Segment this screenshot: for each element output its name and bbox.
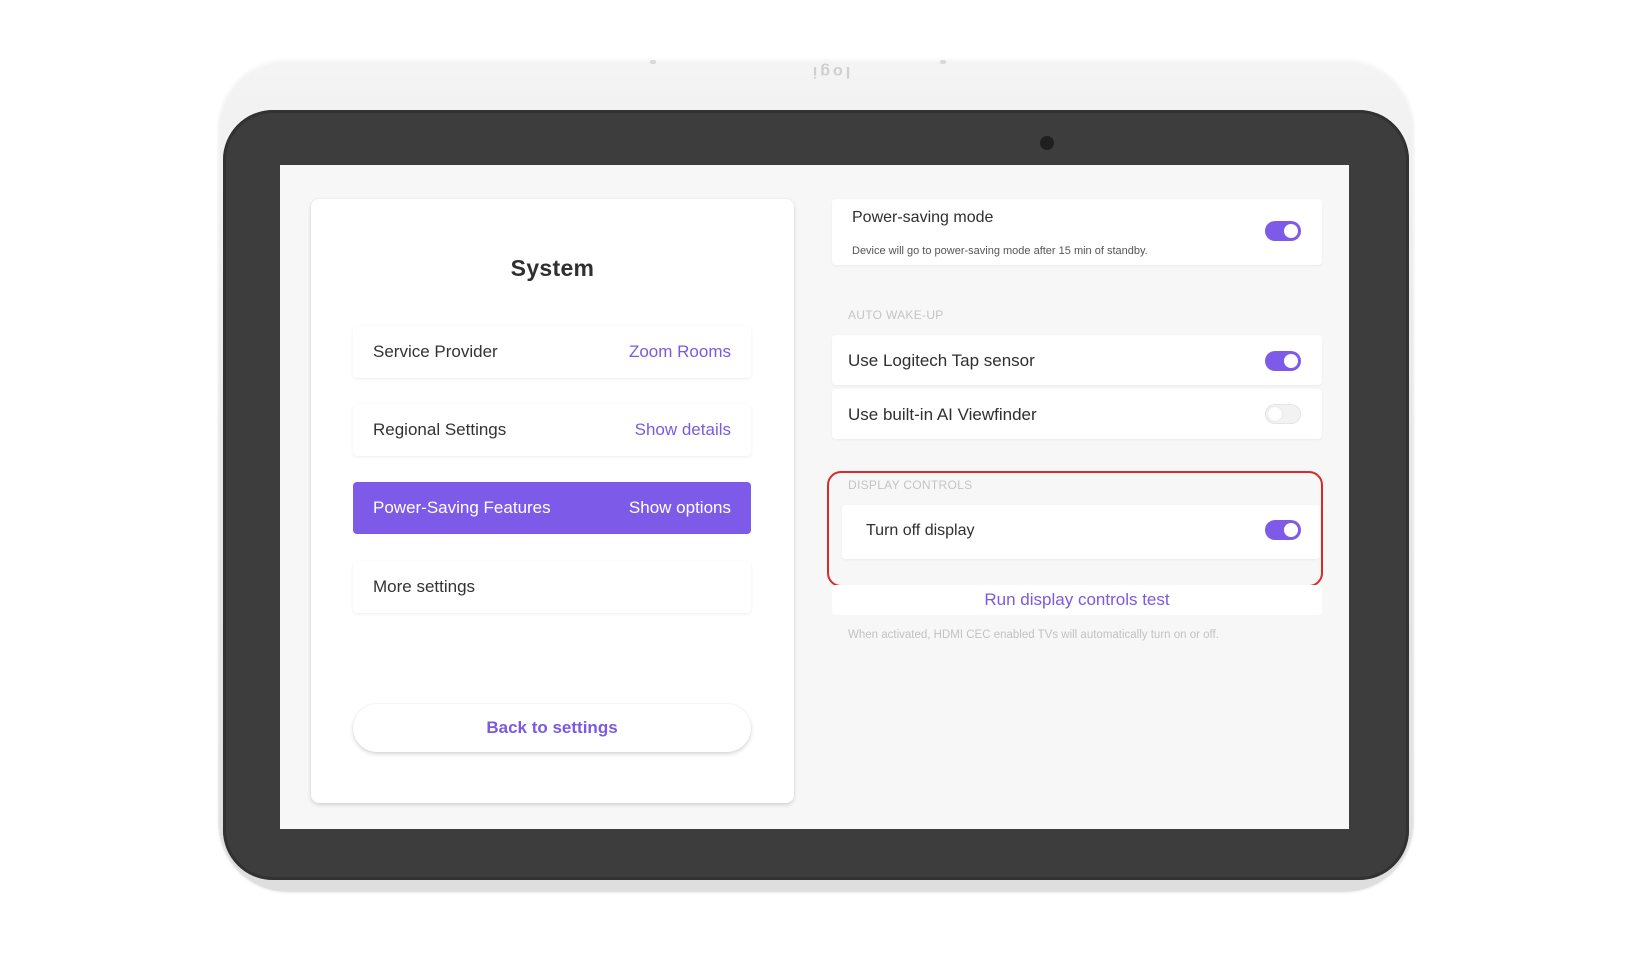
camera-lens-icon [1040, 136, 1054, 150]
menu-item-service-provider[interactable]: Service Provider Zoom Rooms [353, 326, 751, 378]
tap-sensor-toggle[interactable] [1265, 351, 1301, 371]
back-to-settings-button[interactable]: Back to settings [353, 704, 751, 752]
section-header-display-controls: DISPLAY CONTROLS [848, 478, 973, 492]
turn-off-display-label: Turn off display [866, 522, 975, 539]
toggle-knob [1284, 224, 1298, 238]
menu-item-value: Show options [628, 498, 731, 517]
power-saving-mode-toggle[interactable] [1265, 221, 1301, 241]
menu-item-label: More settings [373, 577, 476, 596]
sensor-dot [650, 60, 656, 64]
menu-item-label: Power-Saving Features [373, 498, 551, 517]
turn-off-display-toggle[interactable] [1265, 520, 1301, 540]
menu-item-label: Service Provider [373, 342, 498, 361]
page-title: System [510, 255, 595, 281]
power-saving-mode-label: Power-saving mode [852, 209, 994, 226]
menu-item-regional-settings[interactable]: Regional Settings Show details [353, 404, 751, 456]
section-header-auto-wake-up: AUTO WAKE-UP [848, 308, 944, 322]
sensor-dot [940, 60, 946, 64]
device-logo: logi [809, 63, 851, 80]
run-display-controls-test-button[interactable]: Run display controls test [832, 585, 1322, 615]
menu-item-more-settings[interactable]: More settings [353, 561, 751, 613]
menu-item-power-saving-features[interactable]: Power-Saving Features Show options [353, 482, 751, 534]
system-menu-card: System Service Provider Zoom Rooms Regio… [311, 199, 794, 803]
menu-item-value: Show details [634, 420, 731, 439]
tap-sensor-label: Use Logitech Tap sensor [848, 351, 1035, 370]
screen: System Service Provider Zoom Rooms Regio… [280, 165, 1349, 829]
power-saving-mode-description: Device will go to power-saving mode afte… [852, 245, 1148, 257]
menu-item-label: Regional Settings [373, 420, 507, 439]
ai-viewfinder-toggle[interactable] [1265, 404, 1301, 424]
ai-viewfinder-label: Use built-in AI Viewfinder [848, 405, 1037, 424]
menu-item-value: Zoom Rooms [628, 342, 731, 361]
toggle-knob [1284, 523, 1298, 537]
toggle-knob [1268, 407, 1282, 421]
display-controls-footnote: When activated, HDMI CEC enabled TVs wil… [848, 629, 1219, 641]
toggle-knob [1284, 354, 1298, 368]
